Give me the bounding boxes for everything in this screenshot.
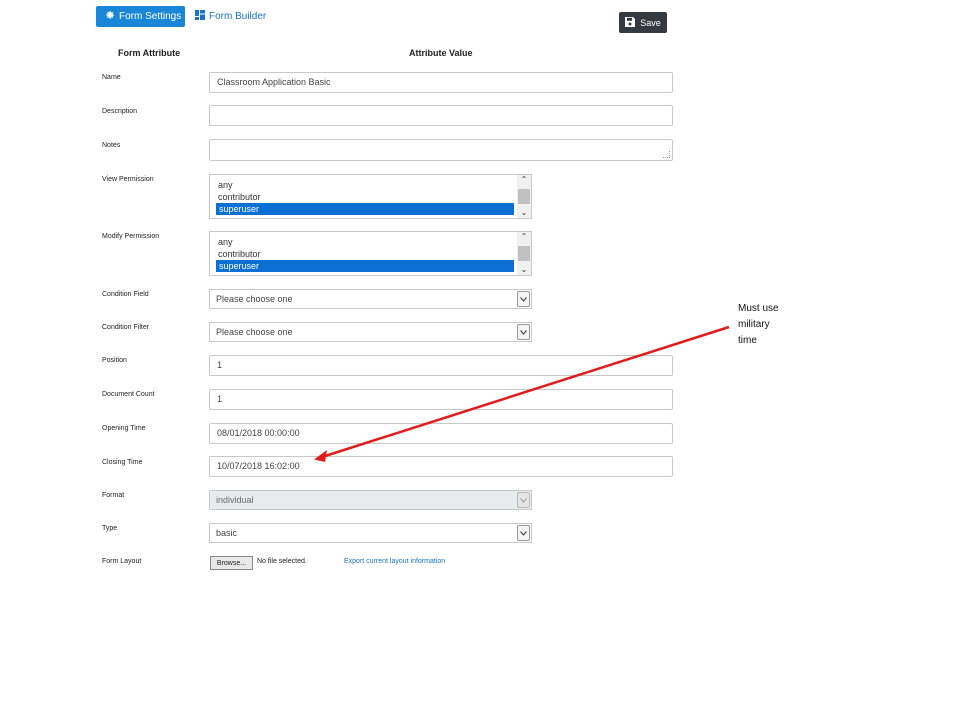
- annotation-arrow: [314, 325, 730, 462]
- annotation-line: military: [738, 319, 770, 330]
- annotation-line: Must use: [738, 303, 779, 314]
- annotation-line: time: [738, 335, 757, 346]
- annotation-note: Must use military time: [738, 301, 808, 349]
